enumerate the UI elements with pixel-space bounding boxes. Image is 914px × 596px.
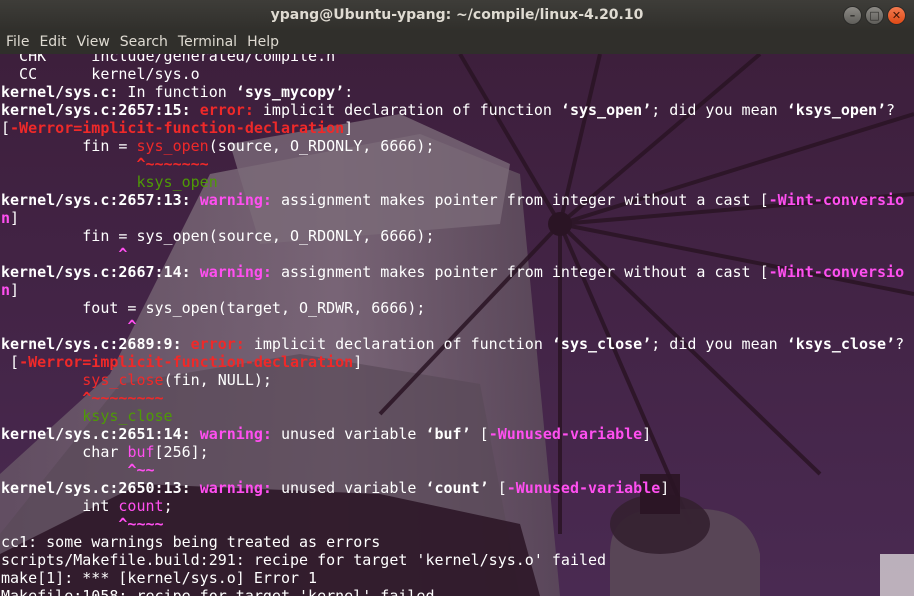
warning-label: warning: (199, 479, 272, 497)
output-line: CC kernel/sys.o (1, 65, 200, 83)
caret-line: ^ (127, 317, 137, 335)
source-line: fin = sys_open(source, O_RDONLY, 6666); (1, 137, 435, 155)
caret-line: ^ (118, 245, 128, 263)
terminal-output[interactable]: CHK include/generated/compile.h CC kerne… (0, 54, 914, 596)
output-line: make[1]: *** [kernel/sys.o] Error 1 (1, 569, 318, 587)
source-line: sys_close(fin, NULL); (82, 371, 272, 389)
source-line: fout = sys_open(target, O_RDWR, 6666); (1, 299, 426, 317)
output-line: scripts/Makefile.build:291: recipe for t… (1, 551, 607, 569)
menu-search[interactable]: Search (114, 31, 172, 54)
caret-line: ^~~~~~~~ (136, 155, 209, 173)
menu-terminal[interactable]: Terminal (172, 31, 241, 54)
window-title: ypang@Ubuntu-ypang: ~/compile/linux-4.20… (270, 7, 644, 23)
menu-help[interactable]: Help (241, 31, 283, 54)
window-controls: – □ ✕ (843, 6, 906, 25)
terminal-window: ypang@Ubuntu-ypang: ~/compile/linux-4.20… (0, 0, 914, 596)
in-function-line: kernel/sys.c: In function ‘sys_mycopy’: (1, 83, 354, 101)
warning-flag-line: n] (1, 209, 20, 227)
source-line: char buf[256]; (1, 443, 209, 461)
warning-line: kernel/sys.c:2667:14: warning: assignmen… (1, 263, 905, 281)
warning-line: kernel/sys.c:2651:14: warning: unused va… (1, 425, 652, 443)
warning-flag-line: n] (1, 281, 20, 299)
menu-view[interactable]: View (71, 31, 114, 54)
fixit-hint-line: ksys_close (82, 407, 173, 425)
error-flag-line: [-Werror=implicit-function-declaration] (1, 119, 354, 137)
close-button[interactable]: ✕ (887, 6, 906, 25)
fixit-hint-line: ksys_open (136, 173, 218, 191)
warning-line: kernel/sys.c:2657:13: warning: assignmen… (1, 191, 905, 209)
warning-label: warning: (199, 191, 272, 209)
error-line: kernel/sys.c:2689:9: error: implicit dec… (1, 335, 905, 353)
caret-line: ^~~ (127, 461, 155, 479)
caret-line: ^~~~~ (118, 515, 164, 533)
error-flag-line: [-Werror=implicit-function-declaration] (1, 353, 363, 371)
source-line: fin = sys_open(source, O_RDONLY, 6666); (1, 227, 435, 245)
error-line: kernel/sys.c:2657:15: error: implicit de… (1, 101, 896, 119)
caret-line: ^~~~~~~~~ (82, 389, 164, 407)
minimize-button[interactable]: – (843, 6, 862, 25)
menu-file[interactable]: File (0, 31, 33, 54)
terminal-text: CHK include/generated/compile.h CC kerne… (1, 54, 904, 596)
maximize-button[interactable]: □ (865, 6, 884, 25)
warning-line: kernel/sys.c:2650:13: warning: unused va… (1, 479, 670, 497)
menu-edit[interactable]: Edit (33, 31, 70, 54)
warning-label: warning: (199, 263, 272, 281)
error-label: error: (190, 335, 245, 353)
warning-label: warning: (199, 425, 272, 443)
title-bar[interactable]: ypang@Ubuntu-ypang: ~/compile/linux-4.20… (0, 0, 914, 31)
menu-bar: File Edit View Search Terminal Help (0, 31, 914, 54)
output-line: cc1: some warnings being treated as erro… (1, 533, 381, 551)
output-line: CHK include/generated/compile.h (1, 54, 336, 65)
output-line: Makefile:1058: recipe for target 'kernel… (1, 587, 435, 596)
error-label: error: (199, 101, 254, 119)
source-line: int count; (1, 497, 173, 515)
